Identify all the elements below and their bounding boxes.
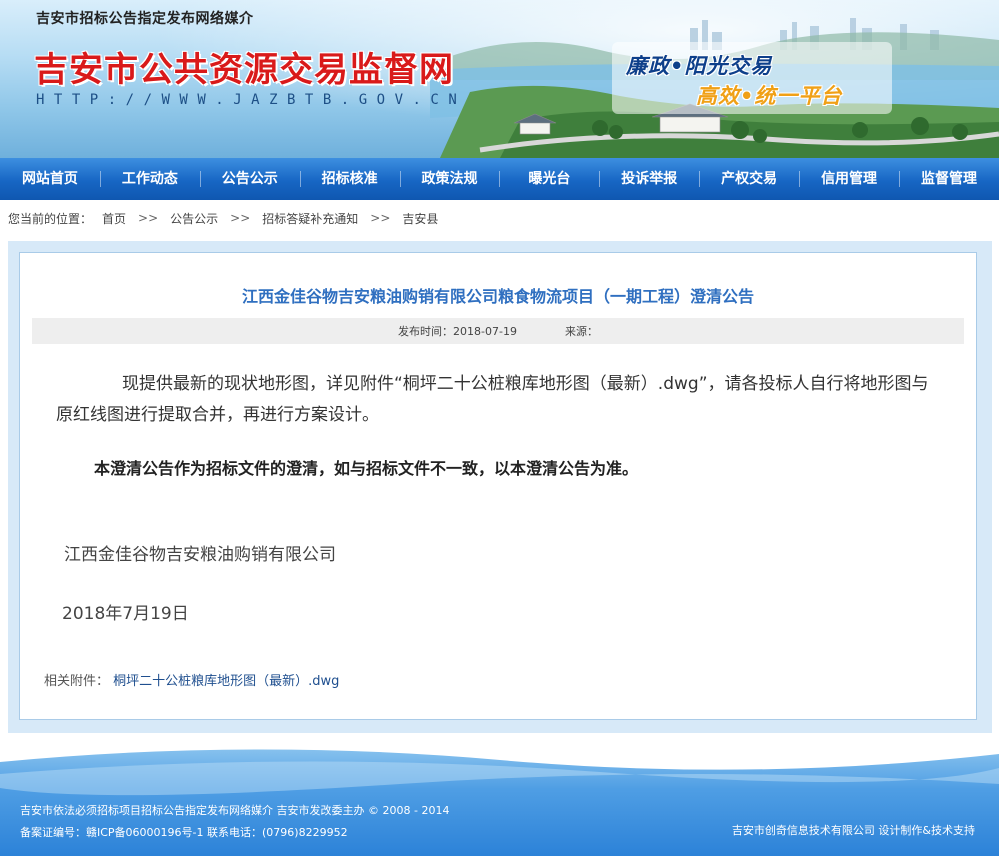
nav-item-exposure[interactable]: 曝光台 — [499, 158, 599, 200]
nav-item-property-trading[interactable]: 产权交易 — [699, 158, 799, 200]
site-url: HTTP://WWW.JAZBTB.GOV.CN — [36, 92, 467, 108]
nav-item-bid-approval[interactable]: 招标核准 — [299, 158, 400, 200]
article-panel: 江西金佳谷物吉安粮油购销有限公司粮食物流项目（一期工程）澄清公告 发布时间： 2… — [19, 252, 977, 720]
attachment-link[interactable]: 桐坪二十公桩粮库地形图（最新）.dwg — [113, 674, 339, 689]
breadcrumb-separator: >> — [370, 211, 391, 225]
issue-date: 2018年7月19日 — [62, 604, 189, 624]
article-paragraph-2: 本澄清公告作为招标文件的澄清，如与招标文件不一致，以本澄清公告为准。 — [94, 459, 639, 478]
publish-time-value: 2018-07-19 — [453, 324, 517, 338]
nav-item-credit[interactable]: 信用管理 — [799, 158, 899, 200]
slogan-line1: 廉政•阳光交易 — [626, 54, 773, 78]
attachment-row: 相关附件： 桐坪二十公桩粮库地形图（最新）.dwg — [44, 670, 339, 689]
header-banner: 吉安市招标公告指定发布网络媒介 吉安市公共资源交易监督网 HTTP://WWW.… — [0, 0, 999, 158]
article-meta-bar: 发布时间： 2018-07-19 来源： — [32, 318, 964, 344]
nav-item-policies[interactable]: 政策法规 — [399, 158, 500, 200]
nav-item-supervision[interactable]: 监督管理 — [899, 158, 999, 200]
attachment-label: 相关附件： — [44, 674, 110, 689]
slogan-line2: 高效•统一平台 — [696, 84, 843, 108]
breadcrumb-separator: >> — [138, 211, 159, 225]
source-label: 来源： — [564, 325, 598, 338]
footer-copyright: 吉安市依法必须招标项目招标公告指定发布网络媒介 吉安市发改委主办 © 2008 … — [20, 804, 450, 817]
footer: 吉安市依法必须招标项目招标公告指定发布网络媒介 吉安市发改委主办 © 2008 … — [0, 744, 999, 856]
article-title: 江西金佳谷物吉安粮油购销有限公司粮食物流项目（一期工程）澄清公告 — [241, 287, 754, 306]
nav-item-home[interactable]: 网站首页 — [0, 158, 100, 200]
nav-item-work-news[interactable]: 工作动态 — [99, 158, 200, 200]
footer-icp-contact: 备案证编号：赣ICP备06000196号-1 联系电话：(0796)822995… — [20, 826, 348, 839]
breadcrumb-home[interactable]: 首页 — [102, 210, 126, 227]
breadcrumb-prefix: 您当前的位置： — [8, 211, 93, 226]
article-paragraph-1: 现提供最新的现状地形图，详见附件“桐坪二十公桩粮库地形图（最新）.dwg”，请各… — [56, 374, 929, 425]
nav-item-announcements[interactable]: 公告公示 — [199, 158, 300, 200]
breadcrumb: 您当前的位置： 首页 >> 公告公示 >> 招标答疑补充通知 >> 吉安县 — [0, 200, 999, 236]
header-subtitle: 吉安市招标公告指定发布网络媒介 — [36, 11, 254, 27]
footer-tech-support: 吉安市创奇信息技术有限公司 设计制作&技术支持 — [731, 824, 975, 837]
main-nav: 网站首页 工作动态 公告公示 招标核准 政策法规 曝光台 投诉举报 产权交易 信… — [0, 158, 999, 200]
breadcrumb-jian-county[interactable]: 吉安县 — [402, 210, 438, 227]
nav-item-complaints[interactable]: 投诉举报 — [599, 158, 699, 200]
issuer-company: 江西金佳谷物吉安粮油购销有限公司 — [64, 545, 336, 565]
breadcrumb-separator: >> — [230, 211, 251, 225]
breadcrumb-clarification-notices[interactable]: 招标答疑补充通知 — [262, 210, 358, 227]
publish-time-label: 发布时间： — [398, 325, 454, 338]
content-frame: 江西金佳谷物吉安粮油购销有限公司粮食物流项目（一期工程）澄清公告 发布时间： 2… — [8, 241, 992, 733]
site-title: 吉安市公共资源交易监督网 — [34, 50, 454, 90]
breadcrumb-announcements[interactable]: 公告公示 — [170, 210, 218, 227]
